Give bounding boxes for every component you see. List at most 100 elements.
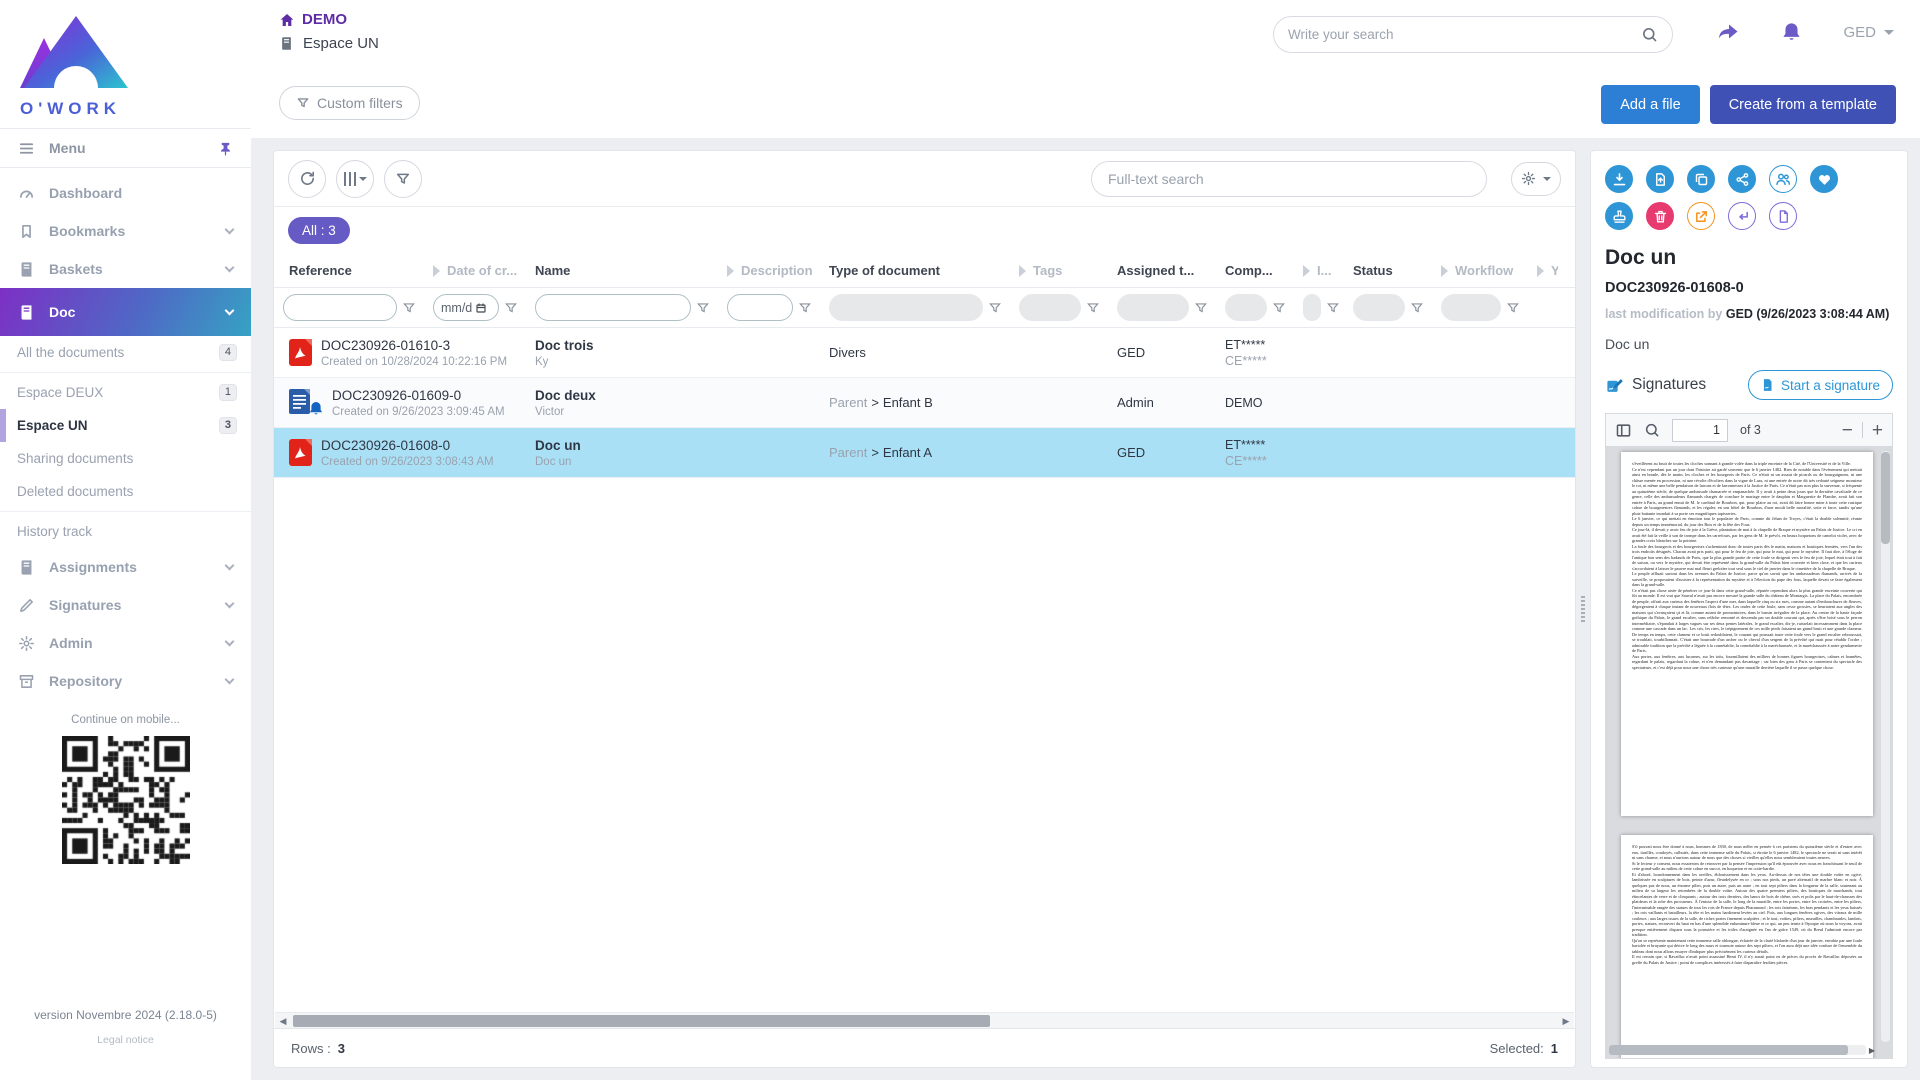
sidebar-item-repository[interactable]: Repository	[0, 662, 251, 700]
scroll-right-arrow[interactable]: ▶	[1866, 1046, 1878, 1055]
share-forward-icon[interactable]	[1716, 20, 1740, 44]
fulltext-search-input[interactable]	[1108, 171, 1470, 187]
filter-description-input[interactable]	[727, 294, 793, 321]
column-header-i[interactable]: I...	[1294, 263, 1344, 278]
filter-workflow-select[interactable]	[1441, 294, 1501, 321]
upload-version-button[interactable]	[1646, 165, 1674, 193]
table-row-selected[interactable]: DOC230926-01608-0 Created on 9/26/2023 3…	[274, 428, 1575, 478]
notifications-bell-icon[interactable]	[1780, 21, 1803, 44]
create-from-template-button[interactable]: Create from a template	[1710, 85, 1896, 124]
refresh-button[interactable]	[288, 160, 326, 198]
table-horizontal-scrollbar[interactable]: ◀ ▶	[275, 1012, 1574, 1028]
funnel-icon[interactable]	[1194, 301, 1208, 315]
funnel-icon[interactable]	[402, 301, 416, 315]
filter-i-select[interactable]	[1303, 294, 1321, 321]
column-header-company[interactable]: Comp...	[1216, 263, 1294, 278]
sidebar-item-bookmarks[interactable]: Bookmarks	[0, 212, 251, 250]
breadcrumb-home[interactable]: DEMO	[279, 11, 379, 28]
delete-button[interactable]	[1646, 202, 1674, 230]
scrollbar-thumb[interactable]	[293, 1015, 990, 1027]
user-menu[interactable]: GED	[1843, 24, 1894, 41]
preview-vertical-scrollbar[interactable]	[1881, 451, 1890, 1042]
open-external-button[interactable]	[1687, 202, 1715, 230]
search-icon[interactable]	[1641, 26, 1658, 43]
funnel-icon[interactable]	[696, 301, 710, 315]
filter-status-select[interactable]	[1353, 294, 1405, 321]
download-button[interactable]	[1605, 165, 1633, 193]
funnel-icon[interactable]	[1506, 301, 1520, 315]
scrollbar-thumb[interactable]	[1609, 1045, 1848, 1055]
sidebar-menu-toggle[interactable]: Menu	[0, 128, 251, 168]
custom-filters-button[interactable]: Custom filters	[279, 86, 420, 120]
assign-users-button[interactable]	[1769, 165, 1797, 193]
sidebar-item-espace-un[interactable]: Espace UN 3	[0, 409, 251, 442]
sidebar-item-all-documents[interactable]: All the documents 4	[0, 336, 251, 369]
funnel-icon[interactable]	[798, 301, 812, 315]
copy-button[interactable]	[1687, 165, 1715, 193]
start-signature-button[interactable]: Start a signature	[1748, 370, 1893, 400]
filter-button[interactable]	[384, 160, 422, 198]
panel-resizer[interactable]	[1576, 150, 1590, 1068]
return-button[interactable]	[1728, 202, 1756, 230]
funnel-icon[interactable]	[1326, 301, 1340, 315]
funnel-icon[interactable]	[1410, 301, 1424, 315]
column-header-description[interactable]: Description	[718, 263, 820, 278]
sidebar-item-sharing-documents[interactable]: Sharing documents	[0, 442, 251, 475]
search-icon[interactable]	[1644, 422, 1660, 438]
pin-sidebar-icon[interactable]	[218, 141, 233, 156]
table-row[interactable]: DOC230926-01609-0 Created on 9/26/2023 3…	[274, 378, 1575, 428]
filter-company-select[interactable]	[1225, 294, 1267, 321]
column-header-type[interactable]: Type of document	[820, 263, 1010, 278]
global-search-input[interactable]	[1288, 27, 1641, 42]
funnel-icon[interactable]	[988, 301, 1002, 315]
sidebar-item-deleted-documents[interactable]: Deleted documents	[0, 475, 251, 508]
favorite-button[interactable]	[1810, 165, 1838, 193]
filter-tags-select[interactable]	[1019, 294, 1081, 321]
sidebar-toggle-icon[interactable]	[1615, 422, 1632, 439]
sidebar-item-history-track[interactable]: History track	[0, 515, 251, 548]
scrollbar-track[interactable]	[1609, 1045, 1866, 1055]
funnel-icon[interactable]	[1272, 301, 1286, 315]
scrollbar-track[interactable]	[291, 1013, 1558, 1029]
column-header-status[interactable]: Status	[1344, 263, 1432, 278]
preview-horizontal-scrollbar[interactable]: ▶	[1609, 1045, 1878, 1055]
columns-chooser-button[interactable]	[336, 160, 374, 198]
scroll-right-arrow[interactable]: ▶	[1558, 1013, 1574, 1029]
sidebar-item-espace-deux[interactable]: Espace DEUX 1	[0, 376, 251, 409]
scrollbar-thumb[interactable]	[1881, 452, 1890, 544]
column-header-y[interactable]: Y...	[1528, 263, 1558, 278]
filter-assigned-select[interactable]	[1117, 294, 1189, 321]
column-header-workflow[interactable]: Workflow	[1432, 263, 1528, 278]
filter-type-select[interactable]	[829, 294, 983, 321]
sidebar-item-dashboard[interactable]: Dashboard	[0, 174, 251, 212]
scroll-left-arrow[interactable]: ◀	[275, 1013, 291, 1029]
breadcrumb-space[interactable]: Espace UN	[279, 35, 379, 52]
brand-logo[interactable]: O'WORK	[0, 0, 251, 128]
legal-notice-link[interactable]: Legal notice	[0, 1034, 251, 1046]
document-properties-button[interactable]	[1769, 202, 1797, 230]
column-header-assigned[interactable]: Assigned t...	[1108, 263, 1216, 278]
sidebar-item-doc[interactable]: Doc	[0, 288, 251, 336]
share-button[interactable]	[1728, 165, 1756, 193]
sidebar-item-admin[interactable]: Admin	[0, 624, 251, 662]
table-settings-button[interactable]	[1511, 162, 1561, 196]
column-header-tags[interactable]: Tags	[1010, 263, 1108, 278]
table-row[interactable]: DOC230926-01610-3 Created on 10/28/2024 …	[274, 328, 1575, 378]
tab-all[interactable]: All : 3	[288, 217, 350, 244]
add-file-button[interactable]: Add a file	[1601, 85, 1699, 124]
zoom-out-button[interactable]: −	[1842, 421, 1853, 440]
filter-reference-input[interactable]	[283, 294, 397, 321]
sidebar-item-assignments[interactable]: Assignments	[0, 548, 251, 586]
zoom-in-button[interactable]: +	[1872, 421, 1883, 440]
filter-name-input[interactable]	[535, 294, 691, 321]
column-header-date[interactable]: Date of cr...	[424, 263, 526, 278]
sidebar-item-baskets[interactable]: Baskets	[0, 250, 251, 288]
column-header-name[interactable]: Name	[526, 263, 718, 278]
pdf-preview-area[interactable]: s'éveillèrent au bruit de toutes les clo…	[1606, 447, 1892, 1058]
funnel-icon[interactable]	[1086, 301, 1100, 315]
stamp-button[interactable]	[1605, 202, 1633, 230]
funnel-icon[interactable]	[504, 301, 518, 315]
page-number-input[interactable]	[1672, 419, 1728, 442]
column-header-reference[interactable]: Reference	[274, 263, 424, 278]
sidebar-item-signatures[interactable]: Signatures	[0, 586, 251, 624]
